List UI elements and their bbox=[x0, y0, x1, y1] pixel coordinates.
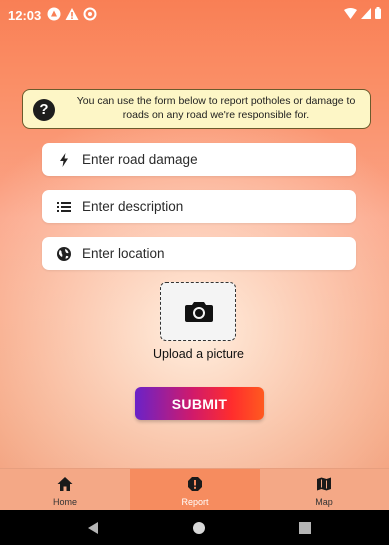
nav-item-report[interactable]: Report bbox=[130, 469, 260, 511]
road-damage-input[interactable] bbox=[82, 143, 346, 176]
data-saver-icon bbox=[83, 7, 97, 21]
alert-icon bbox=[188, 477, 202, 491]
back-button[interactable] bbox=[64, 510, 124, 545]
location-field[interactable] bbox=[42, 237, 356, 270]
road-damage-field[interactable] bbox=[42, 143, 356, 176]
upload-label: Upload a picture bbox=[152, 347, 245, 361]
home-system-button[interactable] bbox=[170, 510, 230, 545]
info-text: You can use the form below to report pot… bbox=[76, 95, 356, 121]
nav-label-home: Home bbox=[52, 497, 77, 507]
status-time: 12:03 bbox=[8, 8, 42, 23]
question-icon: ? bbox=[33, 99, 55, 121]
recents-button[interactable] bbox=[276, 510, 336, 545]
back-icon bbox=[88, 522, 98, 534]
home-icon bbox=[57, 477, 73, 491]
description-field[interactable] bbox=[42, 190, 356, 223]
location-input[interactable] bbox=[82, 237, 346, 270]
globe-icon bbox=[57, 247, 71, 261]
system-navigation-bar bbox=[0, 510, 389, 545]
list-icon bbox=[57, 202, 71, 212]
recents-icon bbox=[299, 522, 311, 534]
status-bar: 12:03 bbox=[0, 0, 389, 30]
map-icon bbox=[317, 477, 331, 491]
report-screen: 12:03 ? You can use the form below to re… bbox=[0, 0, 389, 545]
home-circle-icon bbox=[193, 522, 205, 534]
app-notification-icon bbox=[47, 7, 61, 21]
lightning-icon bbox=[60, 153, 68, 167]
nav-label-map: Map bbox=[315, 497, 333, 507]
submit-button[interactable]: SUBMIT bbox=[135, 387, 264, 420]
bottom-navigation: Home Report Map bbox=[0, 468, 389, 511]
nav-item-home[interactable]: Home bbox=[0, 469, 130, 511]
warning-icon bbox=[65, 7, 79, 21]
status-notifications bbox=[47, 7, 97, 21]
wifi-icon bbox=[344, 7, 357, 19]
nav-item-map[interactable]: Map bbox=[259, 469, 389, 511]
status-system bbox=[344, 7, 381, 19]
nav-label-report: Report bbox=[181, 497, 209, 507]
camera-icon bbox=[185, 302, 213, 322]
upload-picture-button[interactable] bbox=[160, 282, 236, 341]
info-banner: ? You can use the form below to report p… bbox=[22, 89, 371, 129]
description-input[interactable] bbox=[82, 190, 346, 223]
signal-icon bbox=[361, 7, 371, 19]
battery-icon bbox=[375, 7, 381, 19]
